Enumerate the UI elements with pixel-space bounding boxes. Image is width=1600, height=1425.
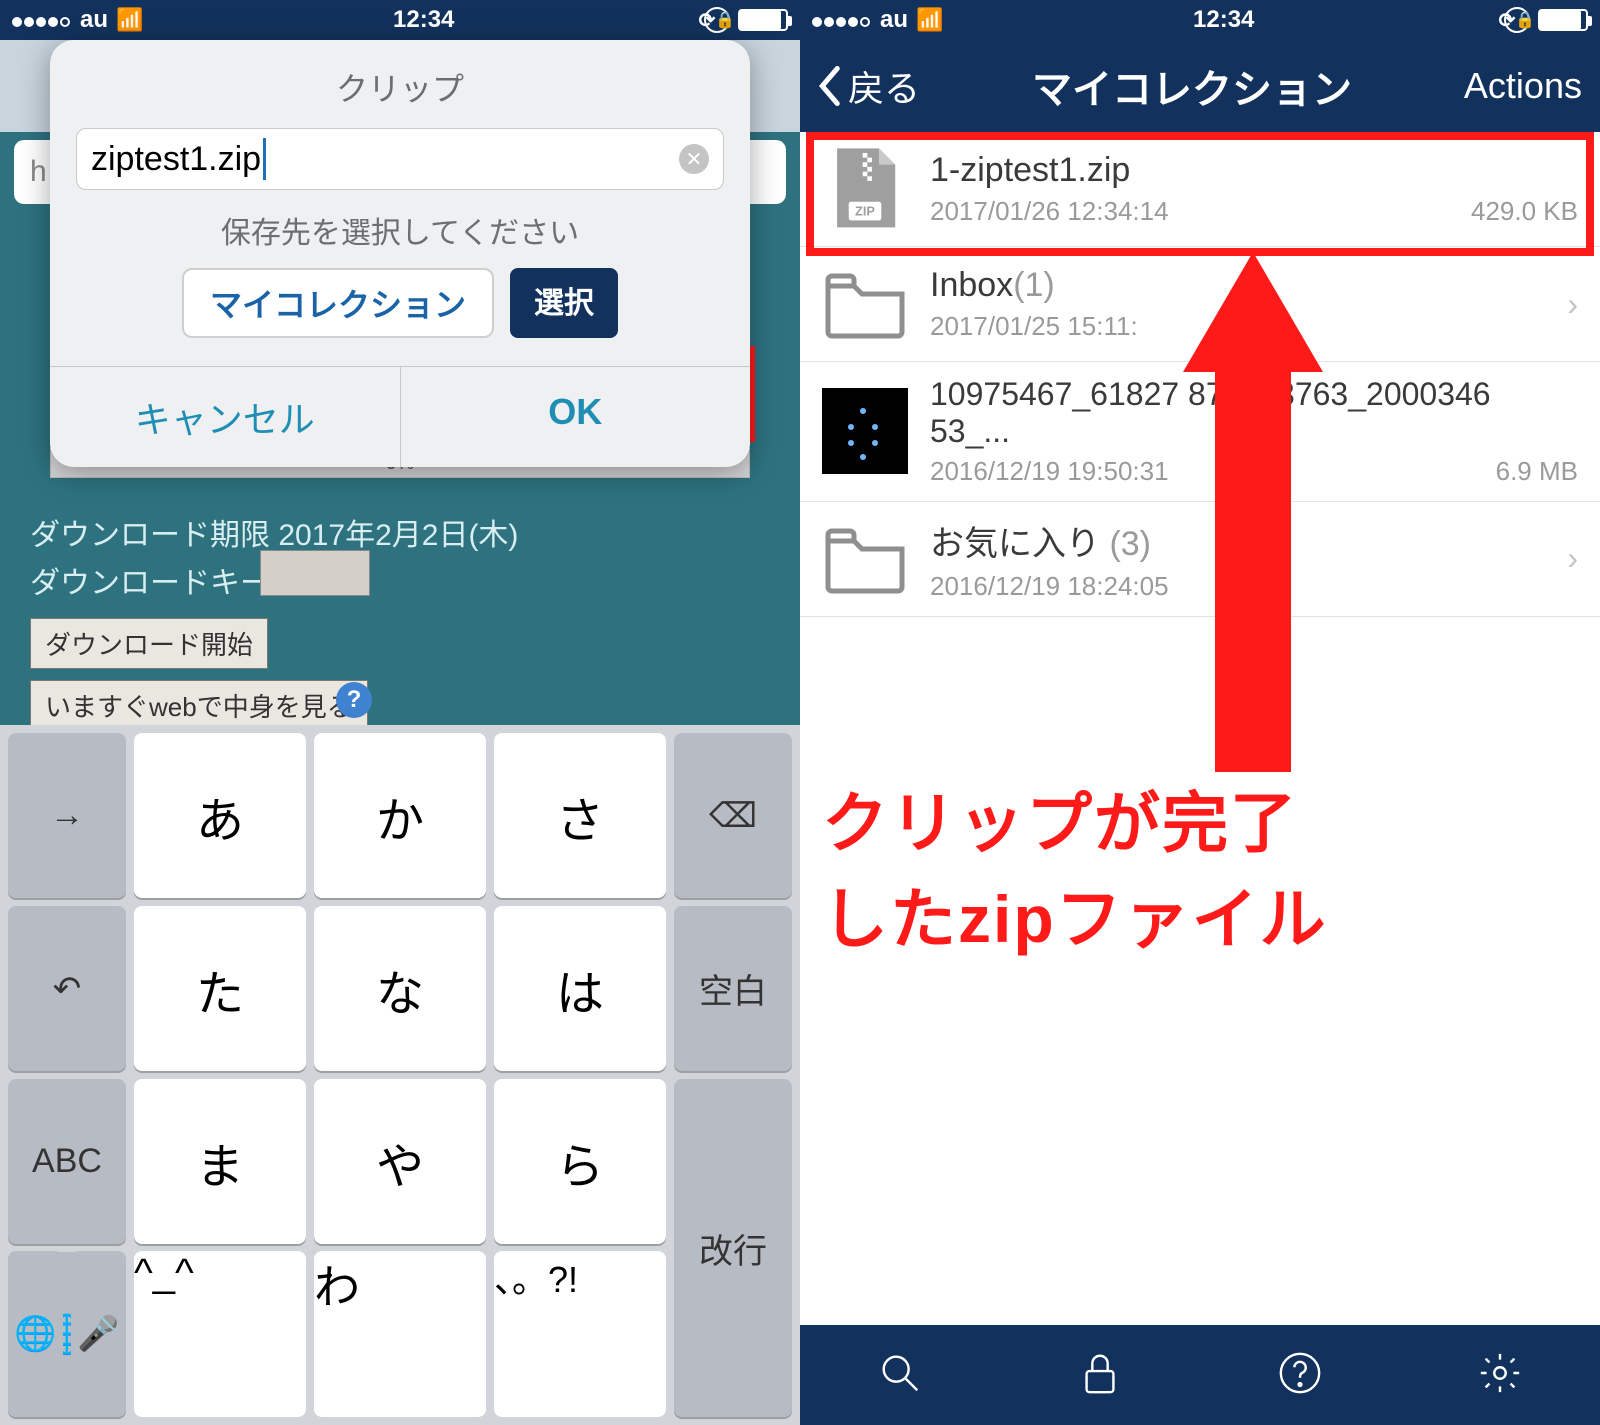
chevron-right-icon: › [1567, 286, 1578, 323]
file-name: 1-ziptest1.zip [930, 151, 1578, 190]
svg-text:ZIP: ZIP [855, 204, 875, 219]
status-bar: au 12:34 🔒 [0, 0, 800, 40]
key-na[interactable]: な [314, 906, 486, 1071]
folder-name: Inbox(1) [930, 266, 1545, 305]
battery-icon [1538, 9, 1588, 31]
folder-icon [822, 516, 908, 602]
status-time: 12:34 [393, 6, 454, 34]
key-ka[interactable]: か [314, 733, 486, 898]
key-space[interactable]: 空白 [674, 906, 792, 1071]
clip-modal: クリップ ziptest1.zip ✕ 保存先を選択してください マイコレクショ… [50, 40, 750, 467]
download-key-input[interactable] [260, 550, 370, 596]
back-button[interactable]: 戻る [818, 60, 920, 112]
select-button[interactable]: 選択 [510, 268, 618, 338]
right-screen: au 12:34 🔒 戻る マイコレクション Actions ZIP 1-zip… [800, 0, 1600, 1425]
signal-dots-icon [12, 6, 72, 34]
chevron-right-icon: › [1567, 540, 1578, 577]
left-screen: h ダウンロード期限 2017年2月2日(木) ダウンロードキー ダウンロード開… [0, 0, 800, 1425]
tab-settings[interactable] [1477, 1350, 1523, 1401]
key-undo[interactable]: ↶ [8, 906, 126, 1071]
tab-help[interactable] [1277, 1350, 1323, 1401]
key-abc[interactable]: ABC [8, 1079, 126, 1244]
file-name: 10975467_61827 878273763_2000346 53_... [930, 376, 1578, 450]
download-start-button[interactable]: ダウンロード開始 [30, 618, 268, 669]
file-row-zip[interactable]: ZIP 1-ziptest1.zip 2017/01/26 12:34:1442… [800, 132, 1600, 247]
file-list: ZIP 1-ziptest1.zip 2017/01/26 12:34:1442… [800, 132, 1600, 1325]
file-row-image[interactable]: 10975467_61827 878273763_2000346 53_... … [800, 362, 1600, 502]
file-row-favorites[interactable]: お気に入り (3) 2016/12/19 18:24:05 › [800, 502, 1600, 617]
status-bar-right: au 12:34 🔒 [800, 0, 1600, 40]
key-ra[interactable]: ら [494, 1079, 666, 1244]
key-ya[interactable]: や [314, 1079, 486, 1244]
tab-bar [800, 1325, 1600, 1425]
key-punct[interactable]: 、。?! [494, 1251, 666, 1417]
modal-title: クリップ [50, 64, 750, 110]
view-web-button[interactable]: いますぐwebで中身を見る [30, 680, 368, 731]
deadline-text: ダウンロード期限 2017年2月2日(木) [30, 510, 518, 554]
tab-search[interactable] [877, 1350, 923, 1401]
key-backspace[interactable]: ⌫ [674, 733, 792, 898]
signal-dots-icon [812, 6, 872, 34]
key-sa[interactable]: さ [494, 733, 666, 898]
carrier-label: au [880, 6, 908, 34]
nav-title: マイコレクション [1032, 57, 1352, 115]
status-time: 12:34 [1193, 6, 1254, 34]
wifi-icon [916, 6, 943, 34]
file-row-inbox[interactable]: Inbox(1) 2017/01/25 15:11: › [800, 247, 1600, 362]
key-wa[interactable]: わ [314, 1251, 486, 1417]
filename-input[interactable]: ziptest1.zip ✕ [76, 128, 724, 190]
folder-name: お気に入り (3) [930, 516, 1545, 565]
key-a[interactable]: あ [134, 733, 306, 898]
help-icon[interactable]: ? [336, 682, 372, 718]
actions-button[interactable]: Actions [1464, 65, 1582, 107]
ok-button[interactable]: OK [400, 367, 751, 467]
zip-icon: ZIP [822, 146, 908, 232]
key-ma[interactable]: ま [134, 1079, 306, 1244]
cancel-button[interactable]: キャンセル [50, 367, 400, 467]
download-key-label: ダウンロードキー [30, 558, 270, 602]
key-globe-icon[interactable]: 🌐 [8, 1251, 63, 1417]
clear-input-icon[interactable]: ✕ [679, 144, 709, 174]
destination-label: 保存先を選択してください [50, 208, 750, 252]
key-smallkana[interactable]: ^_^ [134, 1251, 306, 1417]
battery-icon [738, 9, 788, 31]
image-thumbnail [822, 388, 908, 474]
nav-bar: 戻る マイコレクション Actions [800, 40, 1600, 132]
destination-button[interactable]: マイコレクション [182, 268, 494, 338]
folder-icon [822, 261, 908, 347]
key-next[interactable]: → [8, 733, 126, 898]
chevron-left-icon [818, 66, 844, 106]
annotation-text: クリップが完了したzipファイル [822, 776, 1328, 967]
key-ta[interactable]: た [134, 906, 306, 1071]
key-mic-icon[interactable]: 🎤 [71, 1251, 126, 1417]
key-ha[interactable]: は [494, 906, 666, 1071]
rotation-lock-icon: 🔒 [704, 7, 730, 33]
carrier-label: au [80, 6, 108, 34]
rotation-lock-icon: 🔒 [1504, 7, 1530, 33]
tab-lock[interactable] [1077, 1350, 1123, 1401]
wifi-icon [116, 6, 143, 34]
